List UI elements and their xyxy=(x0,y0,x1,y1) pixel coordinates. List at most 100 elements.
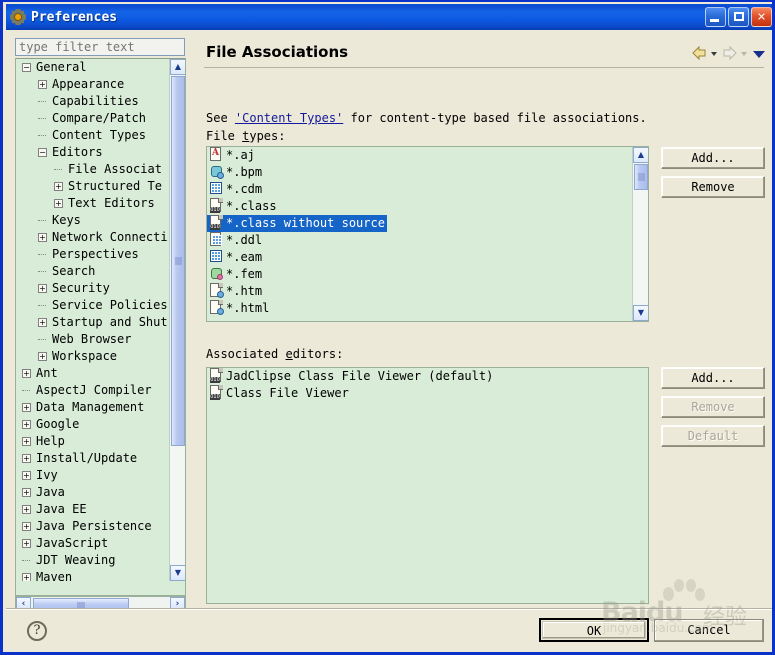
tree-item-appearance[interactable]: + Appearance xyxy=(16,76,170,93)
html-file-icon xyxy=(209,283,224,298)
remove-file-type-button[interactable]: Remove xyxy=(661,176,765,198)
expand-icon[interactable]: + xyxy=(38,352,47,361)
tree-item-aspectj-compiler[interactable]: AspectJ Compiler xyxy=(16,382,170,399)
tree-item-web-browser[interactable]: Web Browser xyxy=(16,331,170,348)
back-history-chevron-down-icon[interactable] xyxy=(711,47,718,61)
expand-icon[interactable]: + xyxy=(22,488,31,497)
tree-item-help[interactable]: + Help xyxy=(16,433,170,450)
file-type-label: *.html xyxy=(226,301,270,315)
tree-item-java[interactable]: + Java xyxy=(16,484,170,501)
close-button[interactable]: ✕ xyxy=(751,7,772,27)
tree-item-network-connecti[interactable]: + Network Connecti xyxy=(16,229,170,246)
associated-editors-list-items: 010 JadClipse Class File Viewer (default)… xyxy=(207,368,648,402)
expand-icon[interactable]: + xyxy=(22,403,31,412)
filter-input[interactable] xyxy=(15,38,185,56)
file-type-row[interactable]: *.ddl xyxy=(207,232,632,249)
back-arrow-icon[interactable] xyxy=(691,46,708,61)
expand-icon[interactable]: + xyxy=(22,522,31,531)
tree-item-editors[interactable]: − Editors xyxy=(16,144,170,161)
expand-icon[interactable]: + xyxy=(54,182,63,191)
expand-icon[interactable]: + xyxy=(22,437,31,446)
expand-icon[interactable]: + xyxy=(22,369,31,378)
cancel-button[interactable]: Cancel xyxy=(654,619,764,642)
file-types-scroll-thumb[interactable] xyxy=(634,164,648,190)
tree-item-jdt-weaving[interactable]: JDT Weaving xyxy=(16,552,170,569)
expand-icon[interactable]: + xyxy=(22,471,31,480)
file-type-row[interactable]: *.cdm xyxy=(207,181,632,198)
file-types-scroll-down-button[interactable]: ▼ xyxy=(633,305,648,321)
panel-sash[interactable] xyxy=(193,32,196,604)
expand-icon[interactable]: + xyxy=(38,233,47,242)
tree-item-file-associat[interactable]: File Associat xyxy=(16,161,170,178)
expand-icon[interactable]: + xyxy=(38,284,47,293)
gear-icon xyxy=(10,9,26,25)
view-menu-icon[interactable] xyxy=(753,47,765,61)
tree-item-general[interactable]: − General xyxy=(16,59,170,76)
tree-item-google[interactable]: + Google xyxy=(16,416,170,433)
tree-item-java-persistence[interactable]: + Java Persistence xyxy=(16,518,170,535)
tree-item-search[interactable]: Search xyxy=(16,263,170,280)
tree-item-capabilities[interactable]: Capabilities xyxy=(16,93,170,110)
tree-item-label: Perspectives xyxy=(52,247,139,261)
help-button[interactable]: ? xyxy=(27,621,47,641)
tree-item-security[interactable]: + Security xyxy=(16,280,170,297)
restore-button[interactable] xyxy=(728,7,749,27)
collapse-icon[interactable]: − xyxy=(38,148,47,157)
file-types-scrollbar[interactable]: ▲ ▼ xyxy=(632,147,648,321)
tree-item-maven[interactable]: + Maven xyxy=(16,569,170,581)
content-types-link[interactable]: 'Content Types' xyxy=(235,111,343,125)
associated-editors-list[interactable]: 010 JadClipse Class File Viewer (default)… xyxy=(206,367,649,604)
file-type-row[interactable]: 010 *.class without source xyxy=(207,215,387,232)
tree-item-ivy[interactable]: + Ivy xyxy=(16,467,170,484)
tree-item-structured-te[interactable]: + Structured Te xyxy=(16,178,170,195)
ok-button[interactable]: OK xyxy=(539,618,649,642)
collapse-icon[interactable]: − xyxy=(22,63,31,72)
associated-editor-row[interactable]: 010 Class File Viewer xyxy=(207,385,648,402)
expand-icon[interactable]: + xyxy=(22,454,31,463)
tree-item-content-types[interactable]: Content Types xyxy=(16,127,170,144)
scroll-down-button[interactable]: ▼ xyxy=(170,565,185,581)
tree-item-text-editors[interactable]: + Text Editors xyxy=(16,195,170,212)
file-type-row[interactable]: *.bpm xyxy=(207,164,632,181)
tree-item-label: Java EE xyxy=(36,502,87,516)
associated-editor-row[interactable]: 010 JadClipse Class File Viewer (default) xyxy=(207,368,648,385)
tree-item-keys[interactable]: Keys xyxy=(16,212,170,229)
expand-icon[interactable]: + xyxy=(38,80,47,89)
tree-scroll-thumb[interactable] xyxy=(171,76,185,446)
tree-item-workspace[interactable]: + Workspace xyxy=(16,348,170,365)
file-types-scroll-up-button[interactable]: ▲ xyxy=(633,147,648,163)
expand-icon[interactable]: + xyxy=(38,318,47,327)
file-types-list[interactable]: A *.aj *.bpm *.cdm 010 *.class 010 *.class with… xyxy=(206,146,649,322)
tree-item-startup-and-shut[interactable]: + Startup and Shut xyxy=(16,314,170,331)
associated-editor-label: JadClipse Class File Viewer (default) xyxy=(226,369,494,383)
tree-item-javascript[interactable]: + JavaScript xyxy=(16,535,170,552)
tree-item-java-ee[interactable]: + Java EE xyxy=(16,501,170,518)
add-file-type-button[interactable]: Add... xyxy=(661,147,765,169)
expand-icon[interactable]: + xyxy=(54,199,63,208)
tree-item-compare-patch[interactable]: Compare/Patch xyxy=(16,110,170,127)
file-type-row[interactable]: 010 *.class xyxy=(207,198,632,215)
tree-item-perspectives[interactable]: Perspectives xyxy=(16,246,170,263)
file-type-row[interactable]: *.eam xyxy=(207,249,632,266)
tree-item-service-policies[interactable]: Service Policies xyxy=(16,297,170,314)
associated-editors-label: Associated editors: xyxy=(206,347,343,361)
file-type-label: *.bpm xyxy=(226,165,263,179)
tree-item-data-management[interactable]: + Data Management xyxy=(16,399,170,416)
tree-item-ant[interactable]: + Ant xyxy=(16,365,170,382)
editors-label-pre: Associated xyxy=(206,347,286,361)
add-editor-button[interactable]: Add... xyxy=(661,367,765,389)
file-type-row[interactable]: A *.aj xyxy=(207,147,632,164)
expand-icon[interactable]: + xyxy=(22,420,31,429)
expand-icon[interactable]: + xyxy=(22,573,31,581)
page-description: See 'Content Types' for content-type bas… xyxy=(206,111,647,125)
file-type-row[interactable]: *.html xyxy=(207,300,632,317)
minimize-button[interactable] xyxy=(705,7,726,27)
scroll-up-button[interactable]: ▲ xyxy=(170,59,185,75)
tree-vertical-scrollbar[interactable]: ▲ ▼ xyxy=(169,59,185,581)
expand-icon[interactable]: + xyxy=(22,539,31,548)
preference-tree[interactable]: − General + Appearance Capabilities Compare/P… xyxy=(15,58,186,596)
file-type-row[interactable]: *.fem xyxy=(207,266,632,283)
expand-icon[interactable]: + xyxy=(22,505,31,514)
tree-item-install-update[interactable]: + Install/Update xyxy=(16,450,170,467)
file-type-row[interactable]: *.htm xyxy=(207,283,632,300)
